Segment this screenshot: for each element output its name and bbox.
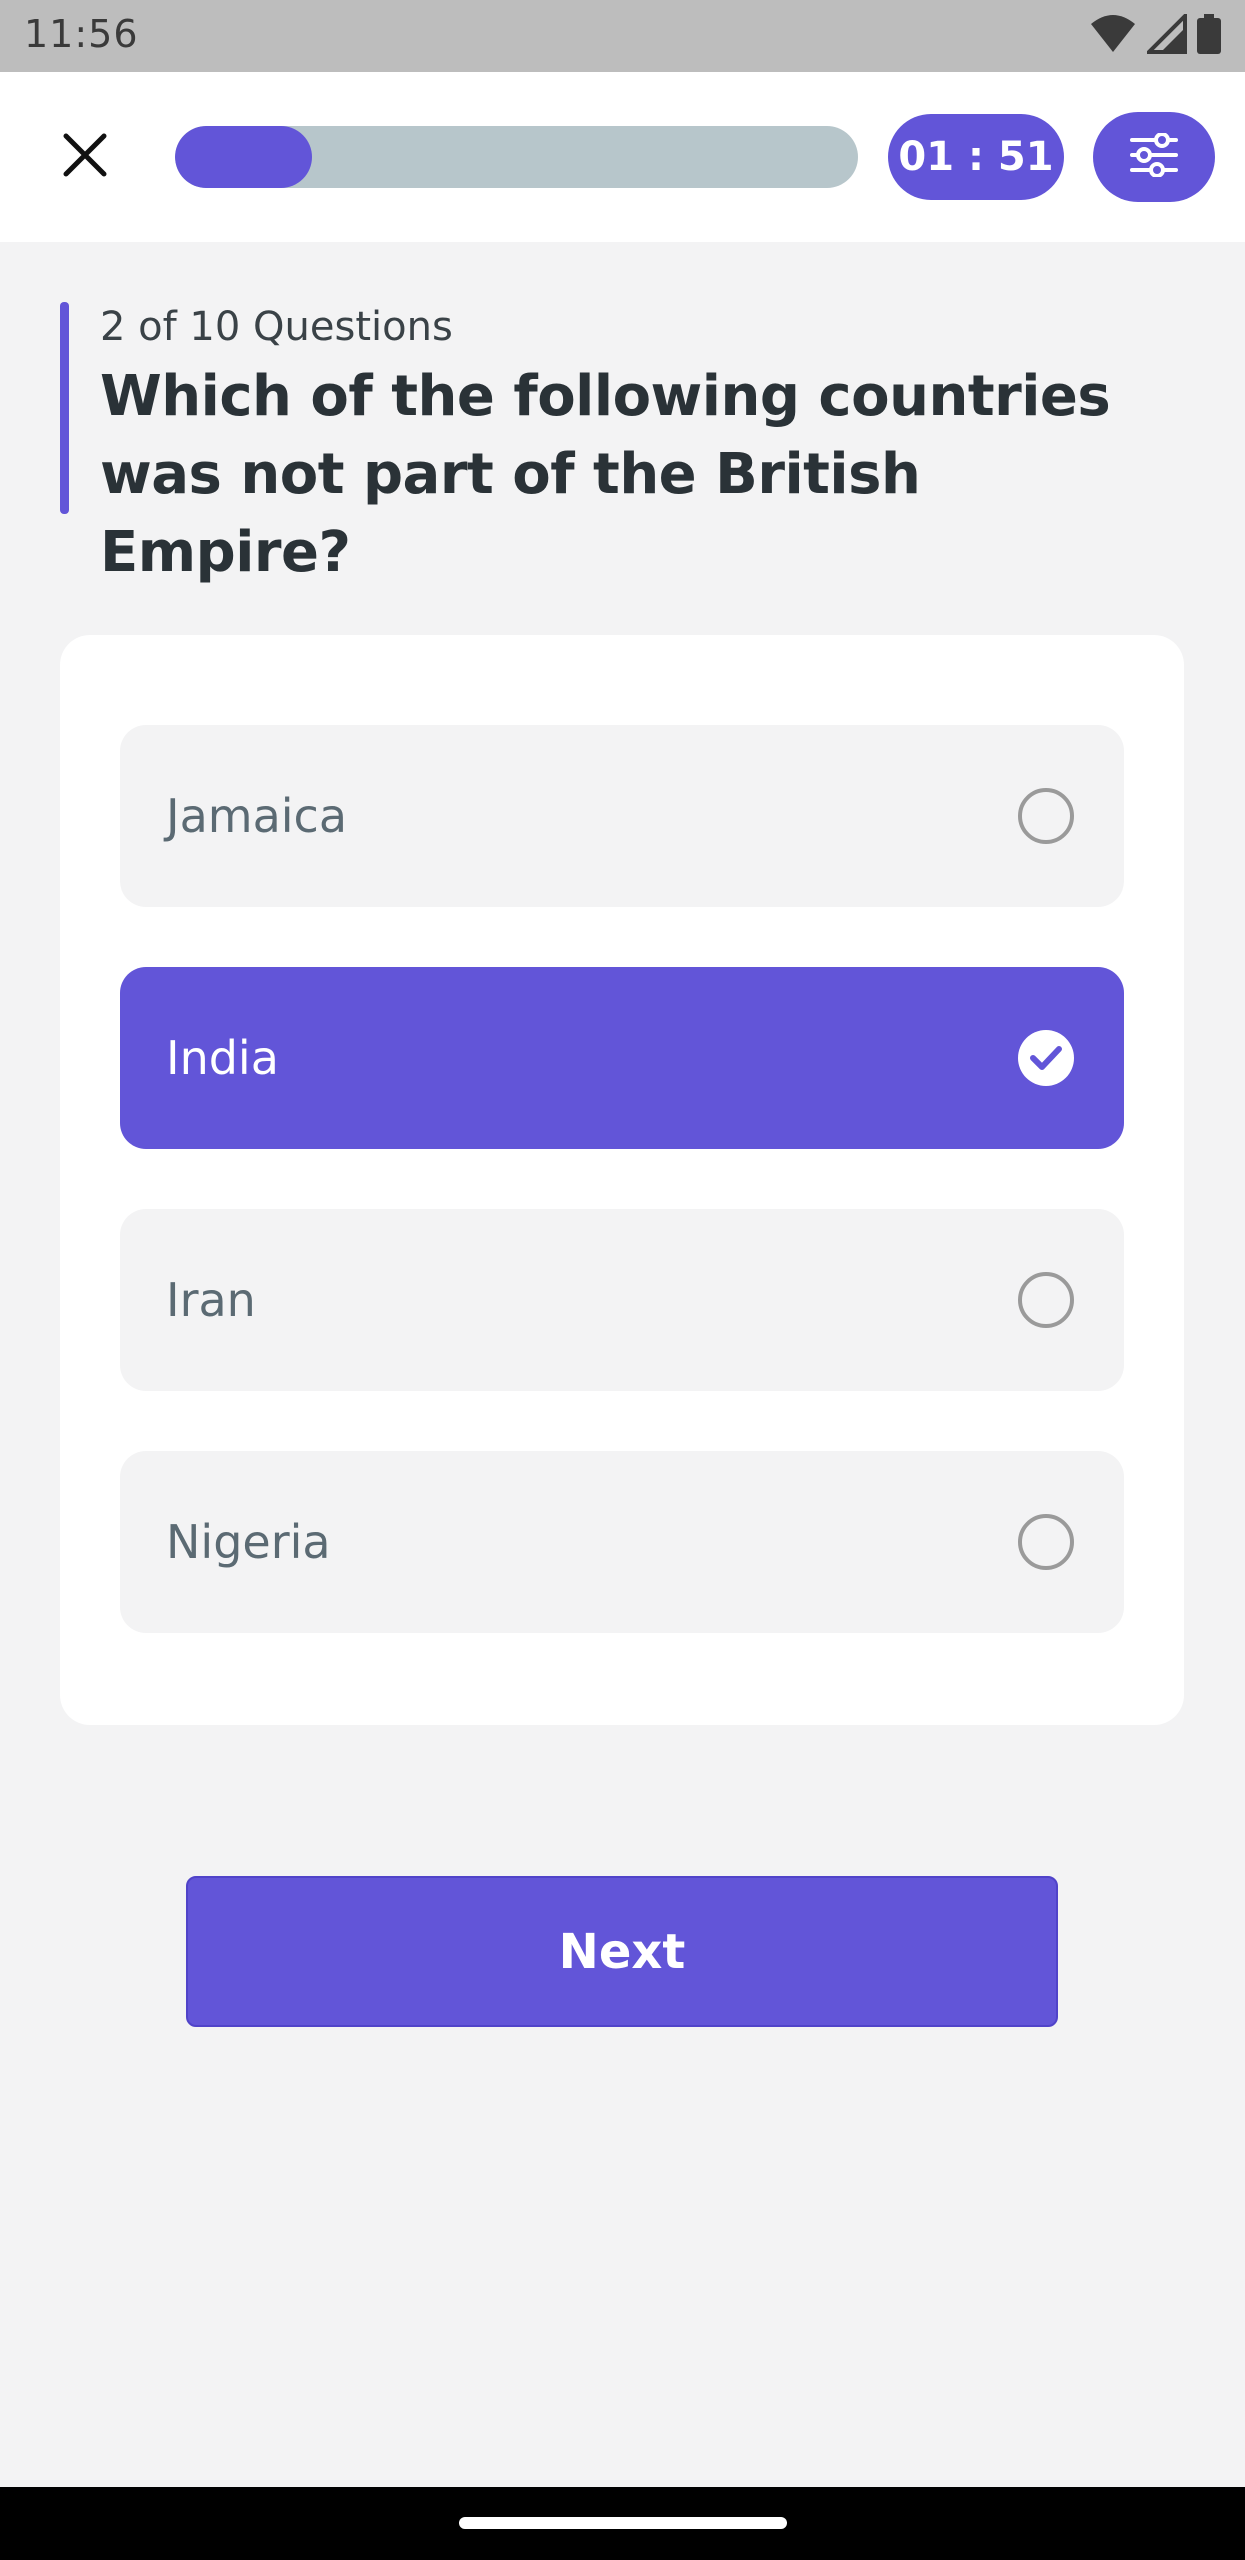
- quiz-progress-fill: [175, 126, 312, 188]
- answer-option-jamaica[interactable]: Jamaica: [120, 725, 1124, 907]
- wifi-icon: [1089, 14, 1137, 58]
- timer-badge: 01 : 51: [888, 114, 1064, 200]
- answer-label: Iran: [166, 1273, 256, 1327]
- answer-label: India: [166, 1031, 279, 1085]
- radio-unchecked-icon: [1018, 1514, 1074, 1570]
- battery-icon: [1197, 14, 1221, 58]
- answer-label: Nigeria: [166, 1515, 331, 1569]
- check-circle-icon: [1018, 1030, 1074, 1086]
- sliders-icon: [1129, 132, 1179, 181]
- radio-unchecked-icon: [1018, 1272, 1074, 1328]
- close-button[interactable]: [52, 124, 118, 190]
- answer-option-nigeria[interactable]: Nigeria: [120, 1451, 1124, 1633]
- next-button[interactable]: Next: [186, 1876, 1058, 2027]
- answer-option-iran[interactable]: Iran: [120, 1209, 1124, 1391]
- status-bar: 11:56: [0, 0, 1245, 72]
- status-icons: [1089, 11, 1221, 58]
- cell-signal-icon: [1144, 11, 1187, 58]
- next-button-label: Next: [558, 1923, 686, 1980]
- close-icon: [62, 132, 108, 182]
- timer-text: 01 : 51: [898, 134, 1054, 180]
- home-indicator[interactable]: [459, 2517, 787, 2529]
- answer-option-india[interactable]: India: [120, 967, 1124, 1149]
- question-text: Which of the following countries was not…: [100, 364, 1111, 585]
- settings-button[interactable]: [1093, 112, 1215, 202]
- status-time: 11:56: [24, 12, 139, 56]
- quiz-progress-bar: [175, 126, 858, 188]
- quiz-header: 01 : 51: [0, 72, 1245, 242]
- question-accent-bar: [60, 302, 69, 514]
- system-navigation-bar: [0, 2487, 1245, 2560]
- answer-label: Jamaica: [166, 789, 348, 843]
- radio-unchecked-icon: [1018, 788, 1074, 844]
- question-counter: 2 of 10 Questions: [100, 304, 453, 350]
- answer-options-card: Jamaica India Iran Nigeria: [60, 635, 1184, 1725]
